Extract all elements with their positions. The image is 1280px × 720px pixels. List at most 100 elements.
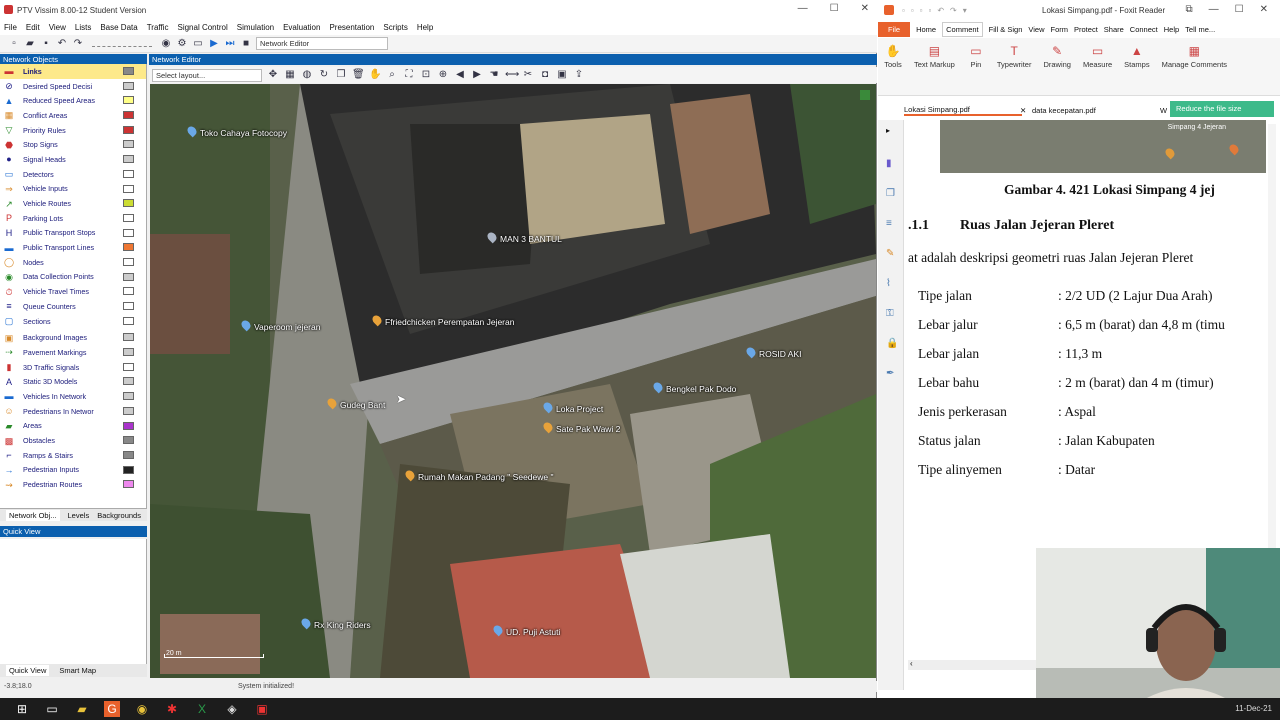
- ribbon-tools-button[interactable]: ✋ Tools: [878, 38, 908, 95]
- cut-icon[interactable]: ✂: [522, 69, 534, 81]
- map-place-label[interactable]: ROSID AKI: [759, 349, 802, 359]
- quick-access-icons[interactable]: ▫▫▫▫↶↷▾: [902, 6, 973, 15]
- horizontal-scrollbar[interactable]: ‹: [908, 659, 1038, 670]
- color-swatch[interactable]: [123, 316, 134, 325]
- windows-icon[interactable]: ⊞: [14, 701, 30, 717]
- foxit-icon[interactable]: G: [104, 701, 120, 717]
- maximize-icon[interactable]: ☐: [830, 3, 839, 14]
- forward-icon[interactable]: ▶: [471, 69, 483, 81]
- hand-tool-icon[interactable]: ☚: [488, 69, 500, 81]
- hand-icon[interactable]: ✋: [369, 69, 381, 81]
- menu-item-lists[interactable]: Lists: [75, 23, 91, 32]
- network-object-stop-signs[interactable]: ⬣ Stop Signs: [0, 137, 146, 152]
- simulation-speed-slider[interactable]: [92, 41, 152, 47]
- comments-panel-icon[interactable]: ✎: [886, 248, 894, 259]
- left-tab-1[interactable]: Levels: [68, 511, 90, 520]
- copy-icon[interactable]: ❐: [335, 69, 347, 81]
- network-object-public-transport-lines[interactable]: ▬ Public Transport Lines: [0, 240, 146, 255]
- window-type-select[interactable]: Network Editor: [256, 37, 388, 50]
- network-object-links[interactable]: ▬ Links: [0, 64, 146, 79]
- color-swatch[interactable]: [123, 348, 134, 357]
- network-object-desired-speed-decisi[interactable]: ⊘ Desired Speed Decisi: [0, 79, 146, 94]
- color-swatch[interactable]: [123, 377, 134, 386]
- ribbon-drawing-button[interactable]: ✎ Drawing: [1037, 38, 1077, 95]
- network-object-static-3d-models[interactable]: A Static 3D Models: [0, 374, 146, 389]
- view-icon[interactable]: ▭: [192, 38, 204, 50]
- network-object-obstacles[interactable]: ▩ Obstacles: [0, 433, 146, 448]
- app-icon[interactable]: ✱: [164, 701, 180, 717]
- network-object-nodes[interactable]: ◯ Nodes: [0, 255, 146, 270]
- network-object-vehicle-inputs[interactable]: ⇒ Vehicle Inputs: [0, 182, 146, 197]
- screenshot-icon[interactable]: ▣: [556, 69, 568, 81]
- left-tab-2[interactable]: Backgrounds: [97, 511, 141, 520]
- network-object-background-images[interactable]: ▣ Background Images: [0, 330, 146, 345]
- map-place-label[interactable]: Loka Project: [556, 404, 603, 414]
- foxit-tab-share[interactable]: Share: [1104, 25, 1124, 34]
- close-icon[interactable]: ✕: [1260, 4, 1268, 15]
- redo-icon[interactable]: ↷: [72, 38, 84, 50]
- color-swatch[interactable]: [123, 480, 134, 489]
- network-object-priority-rules[interactable]: ▽ Priority Rules: [0, 123, 146, 138]
- network-object-data-collection-points[interactable]: ◉ Data Collection Points: [0, 270, 146, 285]
- left-tab-0[interactable]: Network Obj...: [6, 509, 60, 521]
- network-object-ramps-stairs[interactable]: ⌐ Ramps & Stairs: [0, 448, 146, 463]
- network-object-conflict-areas[interactable]: ▦ Conflict Areas: [0, 108, 146, 123]
- network-object-vehicles-in-network[interactable]: ▬ Vehicles In Network: [0, 389, 146, 404]
- color-swatch[interactable]: [123, 450, 134, 459]
- color-swatch[interactable]: [123, 81, 134, 90]
- play-icon[interactable]: ▶: [208, 38, 220, 50]
- color-swatch[interactable]: [123, 213, 134, 222]
- network-object-vehicle-routes[interactable]: ↗ Vehicle Routes: [0, 196, 146, 211]
- pan-icon[interactable]: ✥: [267, 69, 279, 81]
- network-object-areas[interactable]: ▰ Areas: [0, 419, 146, 434]
- lock-icon[interactable]: 🔒: [886, 338, 898, 349]
- step-icon[interactable]: ⏭: [224, 38, 236, 50]
- vissim-icon[interactable]: ◈: [224, 701, 240, 717]
- save-icon[interactable]: ▪: [40, 38, 52, 50]
- map-place-label[interactable]: Toko Cahaya Fotocopy: [200, 128, 287, 138]
- color-swatch[interactable]: [123, 287, 134, 296]
- new-file-icon[interactable]: ▫: [8, 38, 20, 50]
- layout-select[interactable]: Select layout...: [152, 68, 262, 82]
- zoom-fit-icon[interactable]: ⛶: [403, 69, 415, 81]
- layers-icon[interactable]: ≡: [886, 218, 892, 229]
- menu-item-evaluation[interactable]: Evaluation: [283, 23, 320, 32]
- map-place-label[interactable]: Vaperoom jejeran: [254, 322, 320, 332]
- foxit-tab-protect[interactable]: Protect: [1074, 25, 1098, 34]
- ribbon-manage-comments-button[interactable]: ▦ Manage Comments: [1156, 38, 1233, 95]
- foxit-tab-home[interactable]: Home: [916, 25, 936, 34]
- ribbon-measure-button[interactable]: ▭ Measure: [1077, 38, 1118, 95]
- bookmark-icon[interactable]: ▮: [886, 158, 892, 169]
- bottom-tab-1[interactable]: Smart Map: [59, 666, 96, 675]
- pages-icon[interactable]: ❐: [886, 188, 895, 199]
- menu-item-scripts[interactable]: Scripts: [383, 23, 407, 32]
- foxit-tab-file[interactable]: File: [878, 21, 911, 37]
- ribbon-toggle-icon[interactable]: ⧉: [1186, 4, 1193, 15]
- foxit-tab-form[interactable]: Form: [1051, 25, 1069, 34]
- maximize-icon[interactable]: ☐: [1235, 4, 1244, 15]
- settings-icon[interactable]: ⚙: [176, 38, 188, 50]
- network-object-3d-traffic-signals[interactable]: ▮ 3D Traffic Signals: [0, 360, 146, 375]
- network-object-reduced-speed-areas[interactable]: ▲ Reduced Speed Areas: [0, 93, 146, 108]
- doc-tab-0[interactable]: Lokasi Simpang.pdf: [904, 105, 1022, 116]
- menu-item-edit[interactable]: Edit: [26, 23, 40, 32]
- map-place-label[interactable]: Rumah Makan Padang " Seedewe ": [418, 472, 554, 482]
- network-object-vehicle-travel-times[interactable]: ⏱ Vehicle Travel Times: [0, 284, 146, 299]
- color-swatch[interactable]: [123, 362, 134, 371]
- foxit-tab-help[interactable]: Help: [1164, 25, 1179, 34]
- color-swatch[interactable]: [123, 465, 134, 474]
- zoom-window-icon[interactable]: ⊡: [420, 69, 432, 81]
- ribbon-stamps-button[interactable]: ▲ Stamps: [1118, 38, 1155, 95]
- color-swatch[interactable]: [123, 111, 134, 120]
- excel-icon[interactable]: X: [194, 701, 210, 717]
- measure-icon[interactable]: ⟷: [505, 69, 519, 81]
- network-object-pavement-markings[interactable]: ⇢ Pavement Markings: [0, 345, 146, 360]
- app-red-icon[interactable]: ▣: [254, 701, 270, 717]
- stop-icon[interactable]: ■: [240, 38, 252, 50]
- attachment-icon[interactable]: ⌇: [886, 278, 891, 289]
- close-icon[interactable]: ✕: [861, 3, 869, 14]
- network-object-public-transport-stops[interactable]: H Public Transport Stops: [0, 226, 146, 241]
- close-doc-tab-icon[interactable]: ✕: [1020, 106, 1026, 115]
- network-object-pedestrian-routes[interactable]: ⇝ Pedestrian Routes: [0, 477, 146, 492]
- map-place-label[interactable]: Sate Pak Wawi 2: [556, 424, 620, 434]
